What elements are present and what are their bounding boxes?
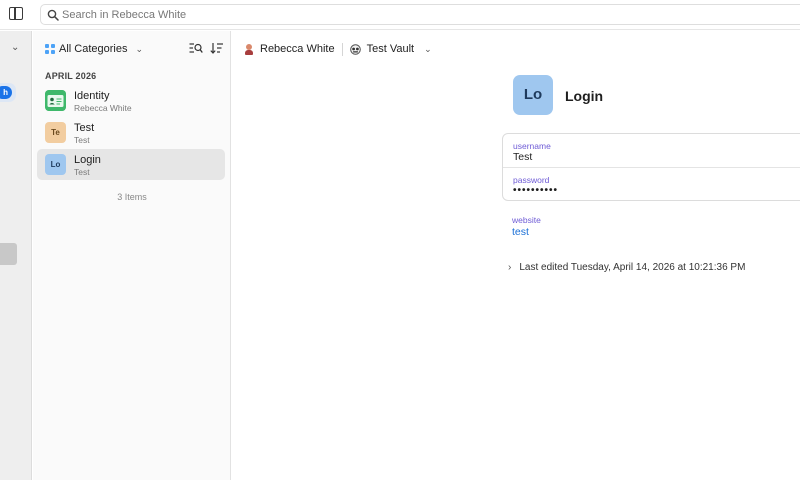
account-badge-label: h bbox=[0, 86, 12, 99]
section-header: APRIL 2026 bbox=[45, 71, 97, 81]
last-edited-text: Last edited Tuesday, April 14, 2026 at 1… bbox=[519, 262, 746, 273]
account-badge[interactable]: h bbox=[0, 83, 16, 102]
username-value[interactable]: Test bbox=[513, 151, 532, 163]
item-monogram: Lo bbox=[45, 154, 66, 175]
vault-icon bbox=[349, 43, 361, 55]
search-icon bbox=[47, 9, 59, 21]
password-label: password bbox=[513, 175, 550, 185]
item-monogram: Te bbox=[45, 122, 66, 143]
website-link[interactable]: test bbox=[512, 226, 529, 238]
item-avatar: Lo bbox=[513, 75, 553, 115]
breadcrumb-divider bbox=[341, 42, 343, 56]
account-chevron-down-icon[interactable]: ⌄ bbox=[11, 42, 19, 53]
rail-selected-item[interactable] bbox=[0, 243, 17, 265]
list-item-login[interactable]: Lo Login Test bbox=[37, 149, 225, 180]
category-label: All Categories bbox=[59, 43, 128, 55]
item-detail-pane: Rebecca White Test Vault ⌄ Lo Login user… bbox=[232, 31, 800, 480]
username-label: username bbox=[513, 141, 551, 151]
website-label: website bbox=[512, 215, 541, 225]
owner-avatar bbox=[244, 43, 254, 55]
left-rail: ⌄ h bbox=[0, 31, 32, 480]
chevron-down-icon: ⌄ bbox=[135, 43, 144, 54]
search-box[interactable] bbox=[40, 4, 800, 25]
item-title: Test bbox=[74, 122, 95, 134]
identity-card-icon bbox=[45, 90, 66, 111]
filter-search-icon[interactable] bbox=[189, 42, 203, 54]
item-title: Login bbox=[74, 154, 101, 166]
sidebar-toggle-icon[interactable] bbox=[9, 7, 23, 20]
chevron-down-icon[interactable]: ⌄ bbox=[424, 44, 432, 55]
category-dropdown[interactable]: All Categories ⌄ bbox=[45, 42, 143, 56]
categories-grid-icon bbox=[45, 44, 55, 54]
list-item-identity[interactable]: Identity Rebecca White bbox=[37, 85, 225, 116]
item-subtitle: Test bbox=[74, 135, 90, 145]
list-item-test[interactable]: Te Test Test bbox=[37, 117, 225, 148]
item-subtitle: Rebecca White bbox=[74, 103, 132, 113]
item-title-heading: Login bbox=[565, 88, 604, 104]
last-edited-row[interactable]: › Last edited Tuesday, April 14, 2026 at… bbox=[508, 262, 745, 273]
top-bar bbox=[0, 0, 800, 30]
detail-breadcrumb: Rebecca White Test Vault ⌄ bbox=[244, 41, 432, 57]
owner-name[interactable]: Rebecca White bbox=[260, 43, 335, 55]
sort-icon[interactable] bbox=[210, 42, 224, 54]
item-list-pane: All Categories ⌄ APRIL 2026 Identity Reb… bbox=[33, 31, 231, 480]
search-input[interactable] bbox=[62, 5, 762, 24]
field-divider bbox=[503, 167, 800, 168]
chevron-right-icon: › bbox=[508, 262, 512, 273]
item-subtitle: Test bbox=[74, 167, 90, 177]
item-title: Identity bbox=[74, 90, 110, 102]
password-value[interactable]: •••••••••• bbox=[513, 185, 558, 196]
vault-selector[interactable]: Test Vault bbox=[367, 43, 415, 55]
credentials-card: username Test password •••••••••• bbox=[502, 133, 800, 201]
items-count: 3 Items bbox=[117, 192, 147, 202]
